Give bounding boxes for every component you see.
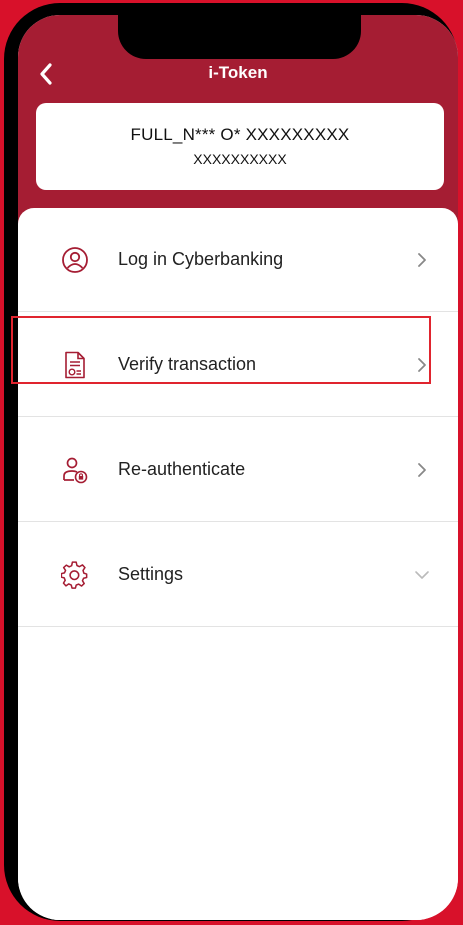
menu-item-verify-transaction[interactable]: Verify transaction: [18, 313, 458, 417]
user-circle-icon: [60, 245, 90, 275]
account-name-number: FULL_N*** O* XXXXXXXXX: [130, 125, 350, 144]
account-card: FULL_N*** O* XXXXXXXXX XXXXXXXXXX: [36, 103, 444, 190]
menu-item-label: Verify transaction: [118, 354, 257, 374]
phone-frame: i-Token FULL_N*** O* XXXXXXXXX XXXXXXXXX…: [4, 3, 458, 921]
menu-panel: Log in Cyberbanking Verify transaction R…: [18, 208, 458, 920]
menu-item-label: Re-authenticate: [118, 459, 246, 479]
chevron-right-icon: [414, 252, 430, 268]
menu-item-settings[interactable]: Settings: [18, 523, 458, 627]
document-check-icon: [60, 350, 90, 380]
device-notch: [118, 15, 361, 59]
app-screen: i-Token FULL_N*** O* XXXXXXXXX XXXXXXXXX…: [18, 15, 458, 920]
chevron-down-icon: [414, 567, 430, 583]
user-lock-icon: [60, 455, 90, 485]
menu-item-label: Log in Cyberbanking: [118, 249, 284, 269]
menu-item-reauthenticate[interactable]: Re-authenticate: [18, 418, 458, 522]
menu-item-login-cyberbanking[interactable]: Log in Cyberbanking: [18, 208, 458, 312]
page-title: i-Token: [208, 63, 268, 82]
menu-item-label: Settings: [118, 564, 184, 584]
chevron-right-icon: [414, 462, 430, 478]
gear-icon: [60, 560, 90, 590]
header-area: i-Token FULL_N*** O* XXXXXXXXX XXXXXXXXX…: [18, 15, 458, 230]
chevron-right-icon: [414, 357, 430, 373]
account-id: XXXXXXXXXX: [193, 151, 287, 167]
